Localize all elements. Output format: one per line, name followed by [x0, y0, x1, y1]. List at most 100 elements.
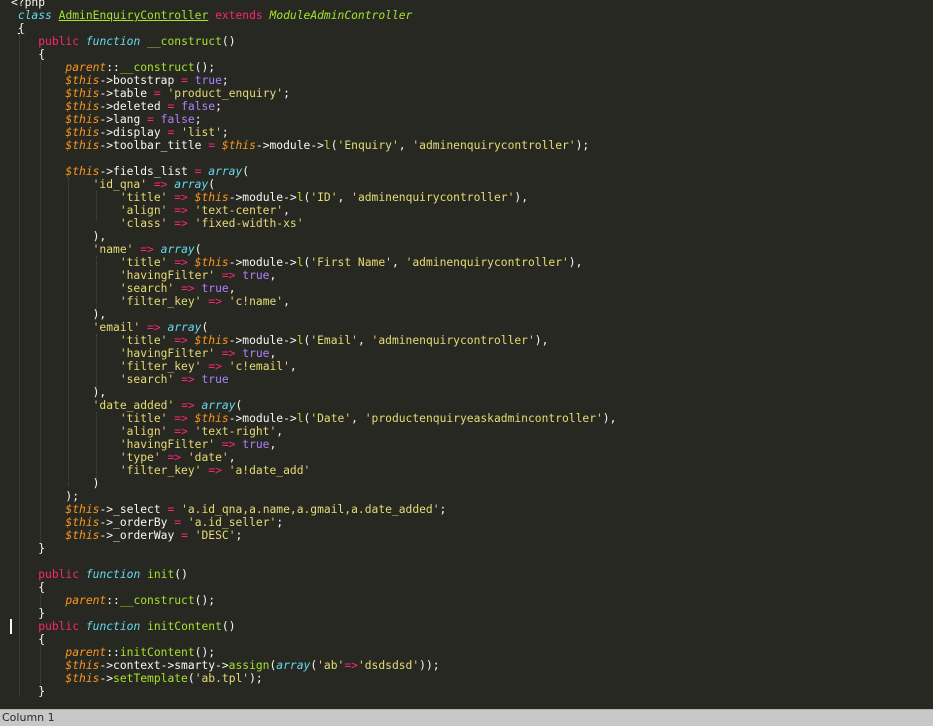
code-view[interactable]: <?php class AdminEnquiryController exten…: [11, 0, 616, 698]
code-line[interactable]: public function initContent(): [11, 620, 616, 633]
code-line[interactable]: $this->lang = false;: [11, 113, 616, 126]
plain-token: );: [249, 672, 263, 685]
string-token: 'DESC': [194, 529, 236, 542]
keyword-token: =>: [174, 412, 188, 425]
code-line[interactable]: $this->_orderBy = 'a.id_seller';: [11, 516, 616, 529]
code-line[interactable]: 'align' => 'text-right',: [11, 425, 616, 438]
code-line[interactable]: }: [11, 685, 616, 698]
keyword-token: =: [147, 113, 154, 126]
code-line[interactable]: }: [11, 542, 616, 555]
code-line[interactable]: $this->table = 'product_enquiry';: [11, 87, 616, 100]
code-line[interactable]: {: [11, 22, 616, 35]
function-name-token: l: [323, 139, 331, 152]
code-line[interactable]: parent::__construct();: [11, 61, 616, 74]
code-line[interactable]: 'title' => $this->module->l('ID', 'admin…: [11, 191, 616, 204]
code-line[interactable]: );: [11, 490, 616, 503]
code-line[interactable]: $this->context->smarty->assign(array('ab…: [11, 659, 616, 672]
code-line[interactable]: 'search' => true,: [11, 282, 616, 295]
code-line[interactable]: 'filter_key' => 'c!email',: [11, 360, 616, 373]
code-line[interactable]: parent::__construct();: [11, 594, 616, 607]
code-line[interactable]: 'havingFilter' => true,: [11, 269, 616, 282]
storage-token: function: [85, 35, 141, 48]
code-line[interactable]: 'filter_key' => 'c!name',: [11, 295, 616, 308]
code-line[interactable]: {: [11, 633, 616, 646]
plain-token: ;: [235, 529, 243, 542]
function-name-token: l: [296, 256, 304, 269]
plain-token: (: [235, 399, 243, 412]
code-line[interactable]: 'title' => $this->module->l('First Name'…: [11, 256, 616, 269]
plain-token: ->fields_list: [99, 165, 195, 178]
code-line[interactable]: }: [11, 607, 616, 620]
code-line[interactable]: 'class' => 'fixed-width-xs': [11, 217, 616, 230]
variable-token: $this: [65, 503, 100, 516]
string-token: 'fixed-width-xs': [194, 217, 304, 230]
string-token: 'adminenquirycontroller': [351, 191, 515, 204]
code-line[interactable]: 'title' => $this->module->l('Date', 'pro…: [11, 412, 617, 425]
string-token: 'a.id_qna,a.name,a.gmail,a.date_added': [181, 503, 440, 516]
code-line[interactable]: parent::initContent();: [11, 646, 616, 659]
string-token: 'ab.tpl': [194, 672, 250, 685]
variable-token: $this: [194, 256, 229, 269]
code-line[interactable]: $this->_orderWay = 'DESC';: [11, 529, 616, 542]
code-line[interactable]: $this->toolbar_title = $this->module->l(…: [11, 139, 616, 152]
variable-token: $this: [65, 87, 100, 100]
code-line[interactable]: 'align' => 'text-center',: [11, 204, 616, 217]
variable-token: $this: [65, 113, 100, 126]
plain-token: ->_orderBy: [99, 516, 175, 529]
code-line[interactable]: 'email' => array(: [11, 321, 616, 334]
keyword-token: =>: [208, 360, 222, 373]
code-line[interactable]: 'title' => $this->module->l('Email', 'ad…: [11, 334, 616, 347]
code-line[interactable]: 'name' => array(: [11, 243, 616, 256]
plain-token: ,: [283, 295, 290, 308]
plain-token: ->deleted: [99, 100, 168, 113]
plain-token: }: [11, 542, 46, 555]
code-line[interactable]: ): [11, 477, 616, 490]
code-line[interactable]: $this->setTemplate('ab.tpl');: [11, 672, 616, 685]
plain-token: {: [11, 581, 46, 594]
code-line[interactable]: [11, 152, 616, 165]
code-line[interactable]: {: [11, 48, 616, 61]
code-line[interactable]: 'type' => 'date',: [11, 451, 616, 464]
storage-token: array: [167, 321, 202, 334]
plain-token: ->: [99, 672, 114, 685]
code-line[interactable]: 'date_added' => array(: [11, 399, 616, 412]
code-line[interactable]: 'filter_key' => 'a!date_add': [11, 464, 616, 477]
keyword-token: =>: [153, 178, 168, 191]
code-line[interactable]: $this->bootstrap = true;: [11, 74, 616, 87]
code-line[interactable]: 'havingFilter' => true,: [11, 438, 616, 451]
code-line[interactable]: ),: [11, 308, 616, 321]
plain-token: ->_orderWay: [99, 529, 182, 542]
code-line[interactable]: public function init(): [11, 568, 616, 581]
code-line[interactable]: class AdminEnquiryController extends Mod…: [11, 9, 616, 22]
code-line[interactable]: public function __construct(): [11, 35, 616, 48]
code-editor[interactable]: <?php class AdminEnquiryController exten…: [0, 0, 933, 709]
plain-token: ),: [11, 386, 107, 399]
code-line[interactable]: $this->display = 'list';: [11, 126, 616, 139]
code-line[interactable]: ),: [11, 386, 616, 399]
code-line[interactable]: $this->deleted = false;: [11, 100, 616, 113]
plain-token: ,: [391, 256, 406, 269]
code-line[interactable]: 'search' => true: [11, 373, 616, 386]
constant-token: false: [181, 100, 216, 113]
code-line[interactable]: <?php: [11, 0, 616, 9]
variable-token: $this: [194, 412, 229, 425]
code-line[interactable]: $this->fields_list = array(: [11, 165, 616, 178]
code-line[interactable]: {: [11, 581, 616, 594]
code-line[interactable]: $this->_select = 'a.id_qna,a.name,a.gmai…: [11, 503, 616, 516]
code-line[interactable]: 'id_qna' => array(: [11, 178, 616, 191]
plain-token: (): [174, 568, 188, 581]
string-token: 'text-center': [194, 204, 284, 217]
code-line[interactable]: ),: [11, 230, 616, 243]
code-line[interactable]: 'havingFilter' => true,: [11, 347, 616, 360]
code-line[interactable]: [11, 555, 616, 568]
storage-token: array: [174, 178, 209, 191]
